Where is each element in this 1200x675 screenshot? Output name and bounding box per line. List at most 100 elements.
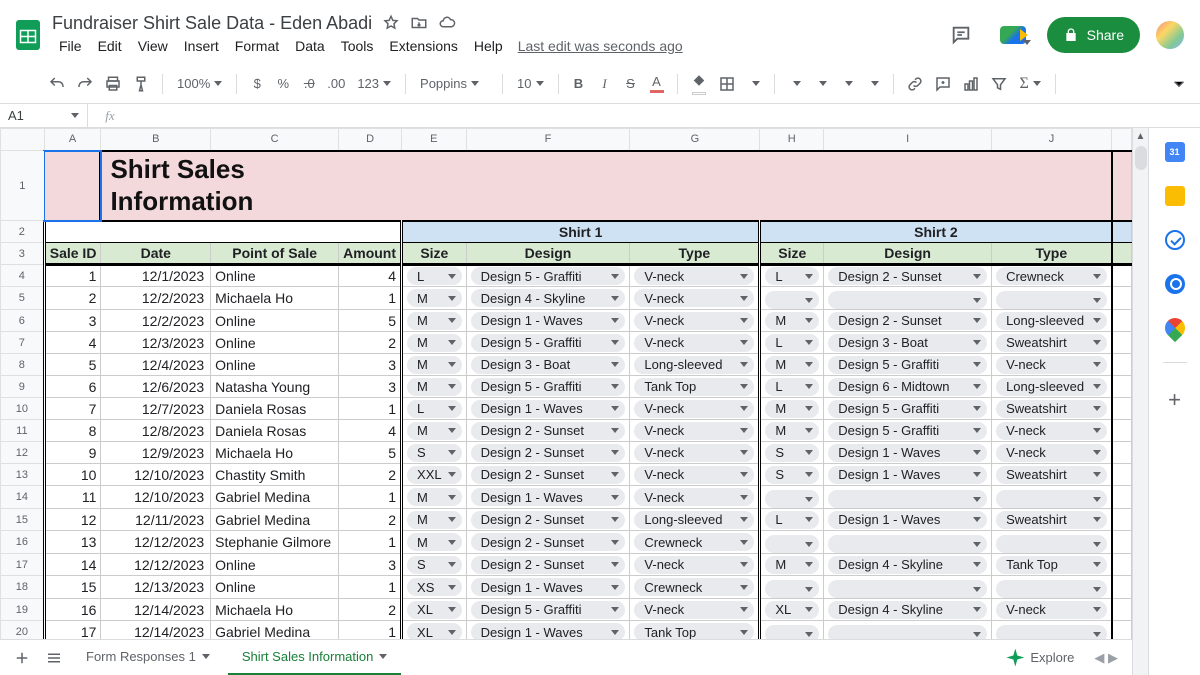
dropdown-chip[interactable]: XL bbox=[407, 623, 462, 639]
menu-file[interactable]: File bbox=[52, 36, 89, 56]
dropdown-chip[interactable]: Crewneck bbox=[634, 533, 754, 551]
dropdown-chip[interactable] bbox=[996, 625, 1106, 639]
dropdown-chip[interactable]: S bbox=[407, 444, 462, 462]
dropdown-chip[interactable]: M bbox=[765, 312, 819, 330]
col-header[interactable]: E bbox=[402, 129, 467, 151]
dropdown-chip[interactable]: L bbox=[765, 267, 819, 285]
col-header[interactable]: D bbox=[339, 129, 402, 151]
move-icon[interactable] bbox=[410, 14, 428, 32]
dropdown-chip[interactable]: Design 2 - Sunset bbox=[471, 444, 626, 462]
dropdown-chip[interactable]: XXL bbox=[407, 466, 462, 484]
dropdown-chip[interactable]: Design 3 - Boat bbox=[471, 356, 626, 374]
bold-icon[interactable]: B bbox=[567, 71, 591, 97]
dropdown-chip[interactable]: V-neck bbox=[634, 601, 754, 619]
dropdown-chip[interactable]: M bbox=[407, 312, 462, 330]
undo-icon[interactable] bbox=[44, 71, 70, 97]
strike-icon[interactable]: S bbox=[619, 71, 643, 97]
dropdown-chip[interactable] bbox=[765, 291, 819, 309]
dropdown-chip[interactable]: Design 1 - Waves bbox=[471, 578, 626, 596]
vertical-scrollbar[interactable]: ▲ bbox=[1132, 128, 1148, 675]
dropdown-chip[interactable]: S bbox=[765, 444, 819, 462]
dropdown-chip[interactable] bbox=[765, 535, 819, 553]
dropdown-chip[interactable]: Tank Top bbox=[634, 623, 754, 639]
meet-icon[interactable] bbox=[993, 15, 1033, 55]
tasks-icon[interactable] bbox=[1165, 230, 1185, 250]
dropdown-chip[interactable]: Design 2 - Sunset bbox=[471, 422, 626, 440]
dropdown-chip[interactable]: Sweatshirt bbox=[996, 400, 1106, 418]
dropdown-chip[interactable]: V-neck bbox=[634, 466, 754, 484]
dropdown-chip[interactable]: V-neck bbox=[634, 488, 754, 506]
dropdown-chip[interactable]: M bbox=[765, 422, 819, 440]
cloud-status-icon[interactable] bbox=[438, 14, 456, 32]
dropdown-chip[interactable]: Design 2 - Sunset bbox=[828, 267, 987, 285]
dropdown-chip[interactable]: XL bbox=[765, 601, 819, 619]
dropdown-chip[interactable]: XS bbox=[407, 578, 462, 596]
col-header[interactable]: J bbox=[992, 129, 1112, 151]
star-icon[interactable] bbox=[382, 14, 400, 32]
dropdown-chip[interactable]: V-neck bbox=[634, 400, 754, 418]
col-header[interactable]: I bbox=[824, 129, 992, 151]
dropdown-chip[interactable]: Design 2 - Sunset bbox=[471, 511, 626, 529]
tab-form-responses[interactable]: Form Responses 1 bbox=[72, 640, 224, 675]
dropdown-chip[interactable]: M bbox=[765, 356, 819, 374]
dropdown-chip[interactable]: Design 2 - Sunset bbox=[471, 533, 626, 551]
dropdown-chip[interactable]: V-neck bbox=[634, 444, 754, 462]
addons-plus-icon[interactable]: + bbox=[1168, 387, 1181, 413]
dropdown-chip[interactable]: M bbox=[407, 511, 462, 529]
dropdown-chip[interactable]: Long-sleeved bbox=[634, 356, 754, 374]
explore-button[interactable]: Explore bbox=[996, 649, 1084, 667]
menu-tools[interactable]: Tools bbox=[334, 36, 381, 56]
link-icon[interactable] bbox=[902, 71, 928, 97]
dropdown-chip[interactable]: Design 1 - Waves bbox=[471, 488, 626, 506]
dropdown-chip[interactable]: M bbox=[407, 422, 462, 440]
redo-icon[interactable] bbox=[72, 71, 98, 97]
keep-icon[interactable] bbox=[1165, 186, 1185, 206]
dropdown-chip[interactable]: Design 5 - Graffiti bbox=[471, 334, 626, 352]
paint-format-icon[interactable] bbox=[128, 71, 154, 97]
dropdown-chip[interactable]: Design 4 - Skyline bbox=[828, 556, 987, 574]
dropdown-chip[interactable]: Crewneck bbox=[634, 578, 754, 596]
dropdown-chip[interactable]: Design 2 - Sunset bbox=[828, 312, 987, 330]
text-color-icon[interactable]: A bbox=[645, 71, 669, 97]
dropdown-chip[interactable]: V-neck bbox=[634, 312, 754, 330]
name-box[interactable]: A1 bbox=[0, 104, 88, 127]
dropdown-chip[interactable]: Design 1 - Waves bbox=[828, 511, 987, 529]
dropdown-chip[interactable]: Design 1 - Waves bbox=[828, 444, 987, 462]
menu-insert[interactable]: Insert bbox=[177, 36, 226, 56]
contacts-icon[interactable] bbox=[1165, 274, 1185, 294]
fill-color-icon[interactable] bbox=[686, 71, 712, 97]
decrease-decimal[interactable]: .0 bbox=[297, 71, 321, 97]
format-currency[interactable]: $ bbox=[245, 71, 269, 97]
dropdown-chip[interactable] bbox=[828, 291, 987, 309]
spreadsheet-grid[interactable]: ABCDEFGHIJ1 Shirt SalesInformation2 Shir… bbox=[0, 128, 1132, 639]
rotate-icon[interactable]: A bbox=[861, 71, 885, 97]
dropdown-chip[interactable]: XL bbox=[407, 601, 462, 619]
dropdown-chip[interactable] bbox=[828, 580, 987, 598]
dropdown-chip[interactable]: S bbox=[765, 466, 819, 484]
col-header[interactable]: B bbox=[101, 129, 211, 151]
all-sheets-icon[interactable] bbox=[40, 644, 68, 672]
dropdown-chip[interactable]: V-neck bbox=[996, 601, 1106, 619]
dropdown-chip[interactable]: Design 1 - Waves bbox=[471, 312, 626, 330]
dropdown-chip[interactable]: M bbox=[407, 488, 462, 506]
dropdown-chip[interactable]: Design 5 - Graffiti bbox=[471, 601, 626, 619]
dropdown-chip[interactable] bbox=[828, 625, 987, 639]
dropdown-chip[interactable]: Design 4 - Skyline bbox=[471, 289, 626, 307]
wrap-icon[interactable] bbox=[835, 71, 859, 97]
functions-icon[interactable]: Σ bbox=[1014, 71, 1047, 97]
filter-icon[interactable] bbox=[986, 71, 1012, 97]
format-percent[interactable]: % bbox=[271, 71, 295, 97]
font-family-select[interactable]: Poppins bbox=[414, 71, 494, 97]
font-size-select[interactable]: 10 bbox=[511, 71, 549, 97]
cell-A1[interactable] bbox=[44, 151, 101, 221]
dropdown-chip[interactable]: Long-sleeved bbox=[634, 511, 754, 529]
menu-help[interactable]: Help bbox=[467, 36, 510, 56]
dropdown-chip[interactable]: Design 1 - Waves bbox=[471, 623, 626, 639]
dropdown-chip[interactable]: V-neck bbox=[634, 422, 754, 440]
col-header[interactable]: H bbox=[760, 129, 824, 151]
col-header[interactable]: F bbox=[466, 129, 630, 151]
dropdown-chip[interactable]: M bbox=[407, 289, 462, 307]
dropdown-chip[interactable]: V-neck bbox=[996, 422, 1106, 440]
dropdown-chip[interactable] bbox=[765, 580, 819, 598]
share-button[interactable]: Share bbox=[1047, 17, 1140, 53]
